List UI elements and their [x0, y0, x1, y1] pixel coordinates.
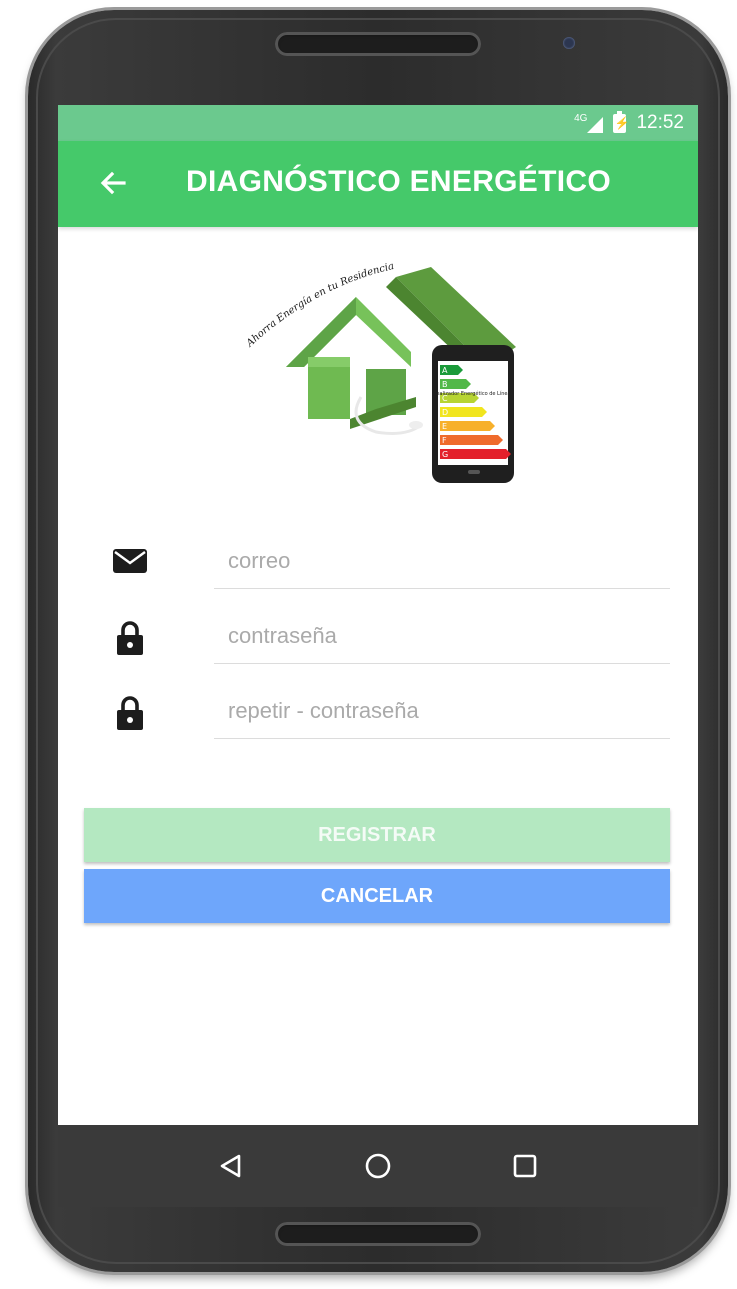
- logo-phone-caption: Analizador Energético de Líneas: [433, 390, 514, 397]
- rating-letter-a: A: [442, 366, 448, 375]
- app-screen: 4G 12:52 DIAGNÓSTICO ENERGÉTICO Ahorra E…: [58, 105, 698, 1125]
- network-indicator: 4G: [574, 113, 604, 133]
- nav-back-icon[interactable]: [211, 1146, 251, 1186]
- lock-icon: [110, 693, 150, 733]
- app-bar: DIAGNÓSTICO ENERGÉTICO: [58, 141, 698, 227]
- rating-letter-b: B: [442, 380, 448, 389]
- status-time: 12:52: [636, 112, 684, 133]
- repeat-password-row: [58, 675, 698, 751]
- signal-icon: [587, 117, 604, 133]
- battery-charging-icon: [613, 110, 629, 133]
- password-row: [58, 600, 698, 676]
- email-row: [58, 525, 698, 601]
- rating-bar-f: [440, 435, 503, 445]
- password-field[interactable]: [214, 608, 670, 664]
- rating-bar-e: [440, 421, 495, 431]
- page-title: DIAGNÓSTICO ENERGÉTICO: [186, 165, 611, 198]
- nav-home-icon[interactable]: [358, 1146, 398, 1186]
- status-bar: 4G 12:52: [58, 105, 698, 141]
- rating-letter-e: E: [442, 422, 447, 431]
- repeat-password-field[interactable]: [214, 683, 670, 739]
- rating-letter-d: D: [442, 408, 448, 417]
- back-arrow-icon[interactable]: [94, 163, 134, 203]
- email-field[interactable]: [214, 533, 670, 589]
- earpiece-speaker: [275, 32, 481, 56]
- app-logo: Ahorra Energía en tu Residencia ABCDEFG …: [244, 257, 516, 487]
- system-navigation-bar: [58, 1125, 698, 1207]
- bottom-speaker: [275, 1222, 481, 1246]
- nav-recents-icon[interactable]: [505, 1146, 545, 1186]
- register-button[interactable]: REGISTRAR: [84, 808, 670, 862]
- lock-icon: [110, 618, 150, 658]
- envelope-icon: [110, 541, 150, 581]
- rating-bar-g: [440, 449, 511, 459]
- front-camera: [563, 37, 575, 49]
- rating-letter-f: F: [442, 436, 447, 445]
- rating-letter-g: G: [442, 450, 448, 459]
- cancel-button[interactable]: CANCELAR: [84, 869, 670, 923]
- network-type-label: 4G: [574, 113, 588, 124]
